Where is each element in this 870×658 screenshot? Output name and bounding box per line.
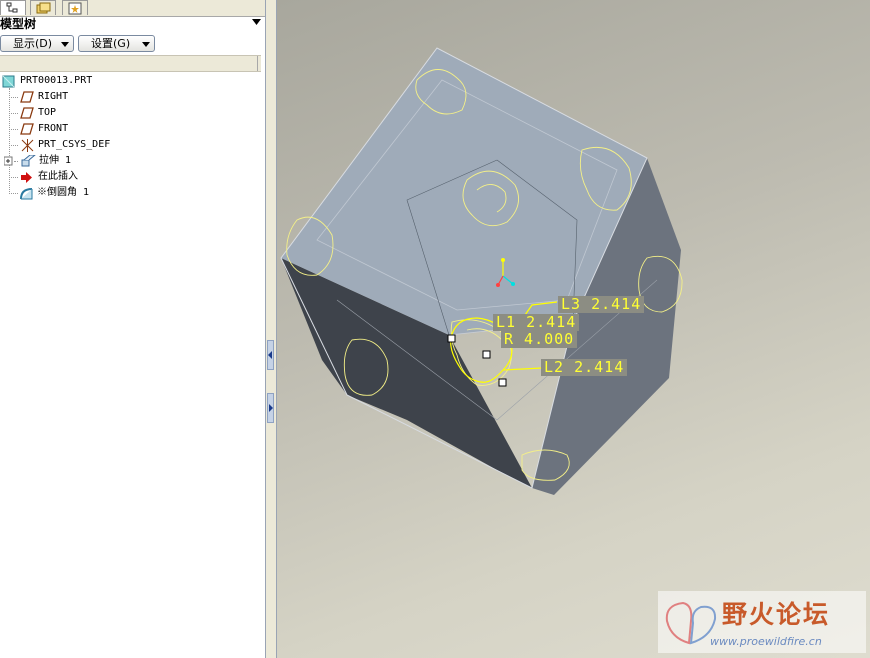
tree-connector xyxy=(9,113,18,115)
favorites-tab[interactable] xyxy=(62,0,88,15)
drag-handle[interactable] xyxy=(482,350,491,359)
panel-title: 模型树 xyxy=(0,17,37,31)
column-resize-handle[interactable] xyxy=(257,56,261,71)
caret-down-icon xyxy=(142,42,150,47)
dimension-radius[interactable]: R 4.000 xyxy=(501,331,578,348)
datum-plane-icon xyxy=(20,123,34,135)
graphics-viewport[interactable]: L3 2.414 L1 2.414 R 4.000 L2 2.414 野火论坛 … xyxy=(277,0,870,658)
panel-tab-bar xyxy=(0,0,265,17)
chevron-left-icon xyxy=(268,351,272,359)
datum-plane-icon xyxy=(20,91,34,103)
tree-connector xyxy=(9,145,18,147)
datum-plane-icon xyxy=(20,107,34,119)
caret-down-icon xyxy=(61,42,69,47)
coordinate-system-icon xyxy=(21,139,34,152)
tree-connector xyxy=(9,177,18,179)
tree-item-label: ※倒圆角 1 xyxy=(37,187,90,198)
tree-item-label: PRT00013.PRT xyxy=(20,75,93,86)
settings-dropdown-button[interactable]: 设置(G) xyxy=(78,35,155,52)
tree-item-label: 在此插入 xyxy=(38,171,78,182)
watermark-text: 野火论坛 xyxy=(722,600,831,629)
tree-connector xyxy=(9,97,18,99)
tree-item-label: PRT_CSYS_DEF xyxy=(38,139,111,150)
tree-column-header xyxy=(0,55,261,72)
dimension-l2[interactable]: L2 2.414 xyxy=(541,359,628,376)
extrude-icon xyxy=(4,155,36,167)
tree-item-label: 拉伸 1 xyxy=(39,155,72,166)
panel-splitter[interactable] xyxy=(266,0,277,658)
dimension-l3[interactable]: L3 2.414 xyxy=(558,296,645,313)
chevron-right-icon xyxy=(269,404,273,412)
folder-browser-tab-icon xyxy=(36,2,51,14)
dimension-l1[interactable]: L1 2.414 xyxy=(493,314,580,331)
display-button-label: 显示(D) xyxy=(13,37,53,50)
model-tree-tab-icon xyxy=(6,2,18,13)
chevron-down-icon[interactable] xyxy=(252,19,261,25)
settings-button-label: 设置(G) xyxy=(91,37,131,50)
drag-handle[interactable] xyxy=(447,334,456,343)
insert-here-arrow-icon xyxy=(21,172,32,183)
tree-item-label: TOP xyxy=(38,107,57,118)
model-tree-tab[interactable] xyxy=(0,0,26,15)
forum-watermark: 野火论坛 www.proewildfire.cn xyxy=(658,591,866,653)
drag-handle[interactable] xyxy=(498,378,507,387)
part-icon xyxy=(2,75,15,88)
tree-connector xyxy=(9,129,18,131)
tree-item-label: RIGHT xyxy=(38,91,69,102)
folder-browser-tab[interactable] xyxy=(30,0,56,15)
watermark-url: www.proewildfire.cn xyxy=(710,635,822,648)
model-tree-header: 模型树 xyxy=(0,17,265,32)
expand-panel-button[interactable] xyxy=(267,393,274,423)
tree-item-label: FRONT xyxy=(38,123,69,134)
tree-connector xyxy=(9,193,18,195)
display-dropdown-button[interactable]: 显示(D) xyxy=(0,35,74,52)
collapse-panel-button[interactable] xyxy=(267,340,274,370)
favorites-tab-icon xyxy=(68,2,82,15)
round-icon xyxy=(20,188,33,200)
model-tree-panel: 模型树 显示(D) 设置(G) PRT00013.PRT RIGHT TOP F… xyxy=(0,0,266,658)
